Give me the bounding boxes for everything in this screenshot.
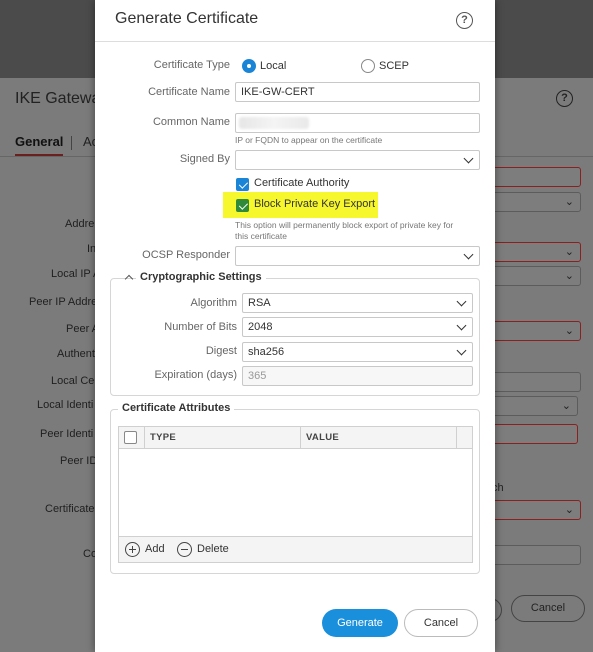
certificate-authority-label: Certificate Authority bbox=[254, 177, 350, 189]
bg-select-1: ⌄ bbox=[492, 192, 581, 212]
algorithm-value: RSA bbox=[248, 297, 271, 309]
table-header: TYPE VALUE bbox=[119, 427, 472, 449]
bg-cancel-button[interactable]: Cancel bbox=[511, 595, 585, 622]
chevron-down-icon bbox=[463, 153, 474, 164]
bg-field-6: ⌄ bbox=[492, 500, 581, 520]
dialog-title: Generate Certificate bbox=[115, 10, 259, 27]
delete-icon[interactable] bbox=[177, 542, 192, 557]
bg-label-peer-id: Peer ID bbox=[60, 455, 98, 467]
bg-label-local-certificate: Local Cer bbox=[51, 375, 99, 387]
help-icon[interactable]: ? bbox=[456, 12, 473, 29]
tab-general[interactable]: General bbox=[15, 134, 64, 156]
certificate-attributes-table: TYPE VALUE Add Delete bbox=[118, 426, 473, 563]
algorithm-label: Algorithm bbox=[190, 297, 237, 309]
cancel-button[interactable]: Cancel bbox=[404, 609, 478, 637]
expiration-label: Expiration (days) bbox=[154, 369, 237, 381]
signed-by-label: Signed By bbox=[179, 153, 230, 165]
chevron-down-icon bbox=[463, 249, 474, 260]
block-private-key-label: Block Private Key Export bbox=[254, 198, 376, 210]
number-of-bits-select[interactable]: 2048 bbox=[242, 317, 473, 337]
cryptographic-settings-legend: Cryptographic Settings bbox=[136, 271, 266, 283]
bg-field-7 bbox=[492, 545, 581, 565]
certificate-name-input[interactable]: IKE-GW-CERT bbox=[235, 82, 480, 102]
tab-separator bbox=[71, 136, 72, 150]
bg-label-local-identification: Local Identi bbox=[37, 399, 94, 411]
generate-button[interactable]: Generate bbox=[322, 609, 398, 637]
block-private-key-hint-1: This option will permanently block expor… bbox=[235, 220, 454, 230]
certificate-name-label: Certificate Name bbox=[148, 86, 230, 98]
bg-label-peer-ip: Peer IP Addre bbox=[29, 296, 98, 308]
radio-scep[interactable] bbox=[361, 59, 375, 73]
select-all-checkbox[interactable] bbox=[124, 431, 137, 444]
bg-field-4 bbox=[492, 372, 581, 392]
bg-label-address: Addre bbox=[65, 218, 95, 230]
column-header-value[interactable]: VALUE bbox=[306, 432, 339, 443]
common-name-redacted bbox=[239, 117, 309, 129]
column-header-type[interactable]: TYPE bbox=[150, 432, 176, 443]
common-name-label: Common Name bbox=[152, 116, 230, 128]
bg-field-2: ⌄ bbox=[492, 242, 581, 262]
bg-field-3: ⌄ bbox=[492, 321, 581, 341]
bg-label-local-ip: Local IP A bbox=[51, 268, 101, 280]
ike-gateway-title: IKE Gatewa bbox=[15, 90, 101, 107]
bg-select-3: ⌄ bbox=[492, 396, 578, 416]
digest-label: Digest bbox=[205, 345, 237, 357]
bg-label-peer-identification: Peer Identi bbox=[40, 428, 94, 440]
bg-label-authentication: Authent bbox=[57, 348, 95, 360]
ocsp-responder-label: OCSP Responder bbox=[142, 249, 230, 261]
title-divider bbox=[95, 41, 495, 42]
delete-button[interactable]: Delete bbox=[197, 543, 229, 555]
help-icon[interactable]: ? bbox=[556, 90, 573, 107]
number-of-bits-value: 2048 bbox=[248, 321, 273, 333]
number-of-bits-label: Number of Bits bbox=[164, 321, 237, 333]
certificate-authority-checkbox[interactable] bbox=[236, 178, 249, 191]
column-divider bbox=[144, 427, 145, 449]
digest-value: sha256 bbox=[248, 346, 285, 358]
chevron-down-icon bbox=[456, 296, 467, 307]
bg-select-2: ⌄ bbox=[492, 266, 581, 286]
column-divider bbox=[300, 427, 301, 449]
common-name-hint: IP or FQDN to appear on the certificate bbox=[235, 135, 383, 145]
radio-local[interactable] bbox=[242, 59, 256, 73]
add-button[interactable]: Add bbox=[145, 543, 165, 555]
column-divider bbox=[456, 427, 457, 449]
certificate-name-value: IKE-GW-CERT bbox=[241, 86, 315, 98]
certificate-type-label: Certificate Type bbox=[153, 59, 230, 71]
chevron-down-icon bbox=[456, 320, 467, 331]
bg-label-certificate: Certificate bbox=[45, 503, 95, 515]
ocsp-responder-select[interactable] bbox=[235, 246, 480, 266]
bg-field-1 bbox=[492, 167, 581, 187]
digest-select[interactable]: sha256 bbox=[242, 342, 473, 362]
radio-scep-label: SCEP bbox=[379, 60, 409, 72]
expiration-placeholder: 365 bbox=[248, 370, 267, 382]
chevron-down-icon bbox=[456, 345, 467, 356]
add-icon[interactable] bbox=[125, 542, 140, 557]
algorithm-select[interactable]: RSA bbox=[242, 293, 473, 313]
signed-by-select[interactable] bbox=[235, 150, 480, 170]
expiration-input[interactable]: 365 bbox=[242, 366, 473, 386]
table-footer-toolbar: Add Delete bbox=[119, 536, 472, 562]
bg-field-5 bbox=[492, 424, 578, 444]
block-private-key-checkbox[interactable] bbox=[236, 199, 249, 212]
certificate-attributes-legend: Certificate Attributes bbox=[118, 402, 235, 414]
common-name-input[interactable] bbox=[235, 113, 480, 133]
block-private-key-hint-2: this certificate bbox=[235, 231, 287, 241]
radio-local-label: Local bbox=[260, 60, 287, 72]
